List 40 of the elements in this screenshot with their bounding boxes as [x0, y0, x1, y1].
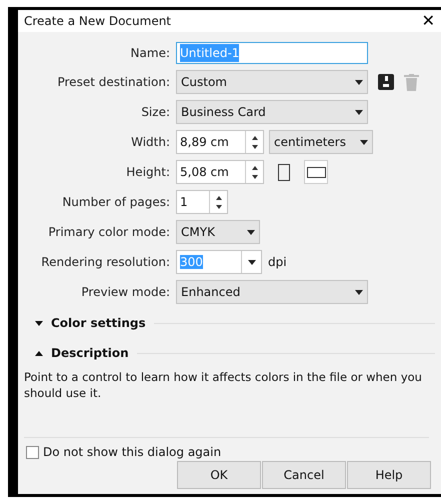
field-label: Rendering resolution: — [40, 254, 171, 271]
unit-label: dpi — [268, 254, 287, 271]
dropdown[interactable]: CMYK — [176, 220, 260, 244]
window-title: Create a New Document — [24, 13, 172, 30]
field-label: Size: — [140, 104, 171, 121]
dropdown[interactable]: Enhanced — [176, 280, 368, 304]
caret-icon — [355, 110, 363, 114]
dialog-button[interactable]: Help — [347, 461, 431, 489]
field-label: Height: — [125, 164, 171, 181]
field-value: Untitled-1 — [180, 44, 240, 62]
description-text: Point to a control to learn how it affects colors in the file or when you should use it. — [23, 369, 423, 401]
checkbox[interactable] — [26, 446, 39, 458]
dialog-button[interactable]: OK — [177, 461, 261, 489]
collapse-icon[interactable] — [35, 350, 43, 356]
field-label: Preview mode: — [80, 284, 171, 301]
section-title[interactable]: Color settings — [51, 314, 146, 332]
spin-field[interactable]: 5,08 cm — [176, 160, 264, 184]
caret-icon — [355, 80, 363, 84]
spin-field[interactable]: 8,89 cm — [176, 130, 264, 154]
field-label: Width: — [130, 134, 171, 151]
close-button[interactable]: ✕ — [422, 13, 435, 29]
field-value: 300 — [180, 255, 203, 269]
dropdown[interactable]: Custom — [176, 70, 368, 94]
save-icon[interactable] — [378, 74, 394, 90]
caret-icon — [360, 140, 368, 144]
expand-icon[interactable] — [35, 320, 43, 326]
field-label: Primary color mode: — [47, 224, 171, 241]
landscape-button[interactable] — [304, 160, 328, 184]
field-label: Number of pages: — [61, 194, 171, 211]
checkbox-label: Do not show this dialog again — [43, 444, 222, 461]
dialog-button[interactable]: Cancel — [262, 461, 346, 489]
caret-icon — [247, 230, 255, 234]
unit-dropdown[interactable]: centimeters — [269, 130, 373, 154]
field-label: Preset destination: — [56, 74, 171, 91]
spin-field[interactable]: 1 — [176, 190, 228, 214]
field-label: Name: — [130, 45, 171, 62]
caret-icon — [248, 260, 256, 264]
dropdown[interactable]: Business Card — [176, 100, 368, 124]
caret-icon — [355, 290, 363, 294]
section-title[interactable]: Description — [51, 344, 129, 362]
